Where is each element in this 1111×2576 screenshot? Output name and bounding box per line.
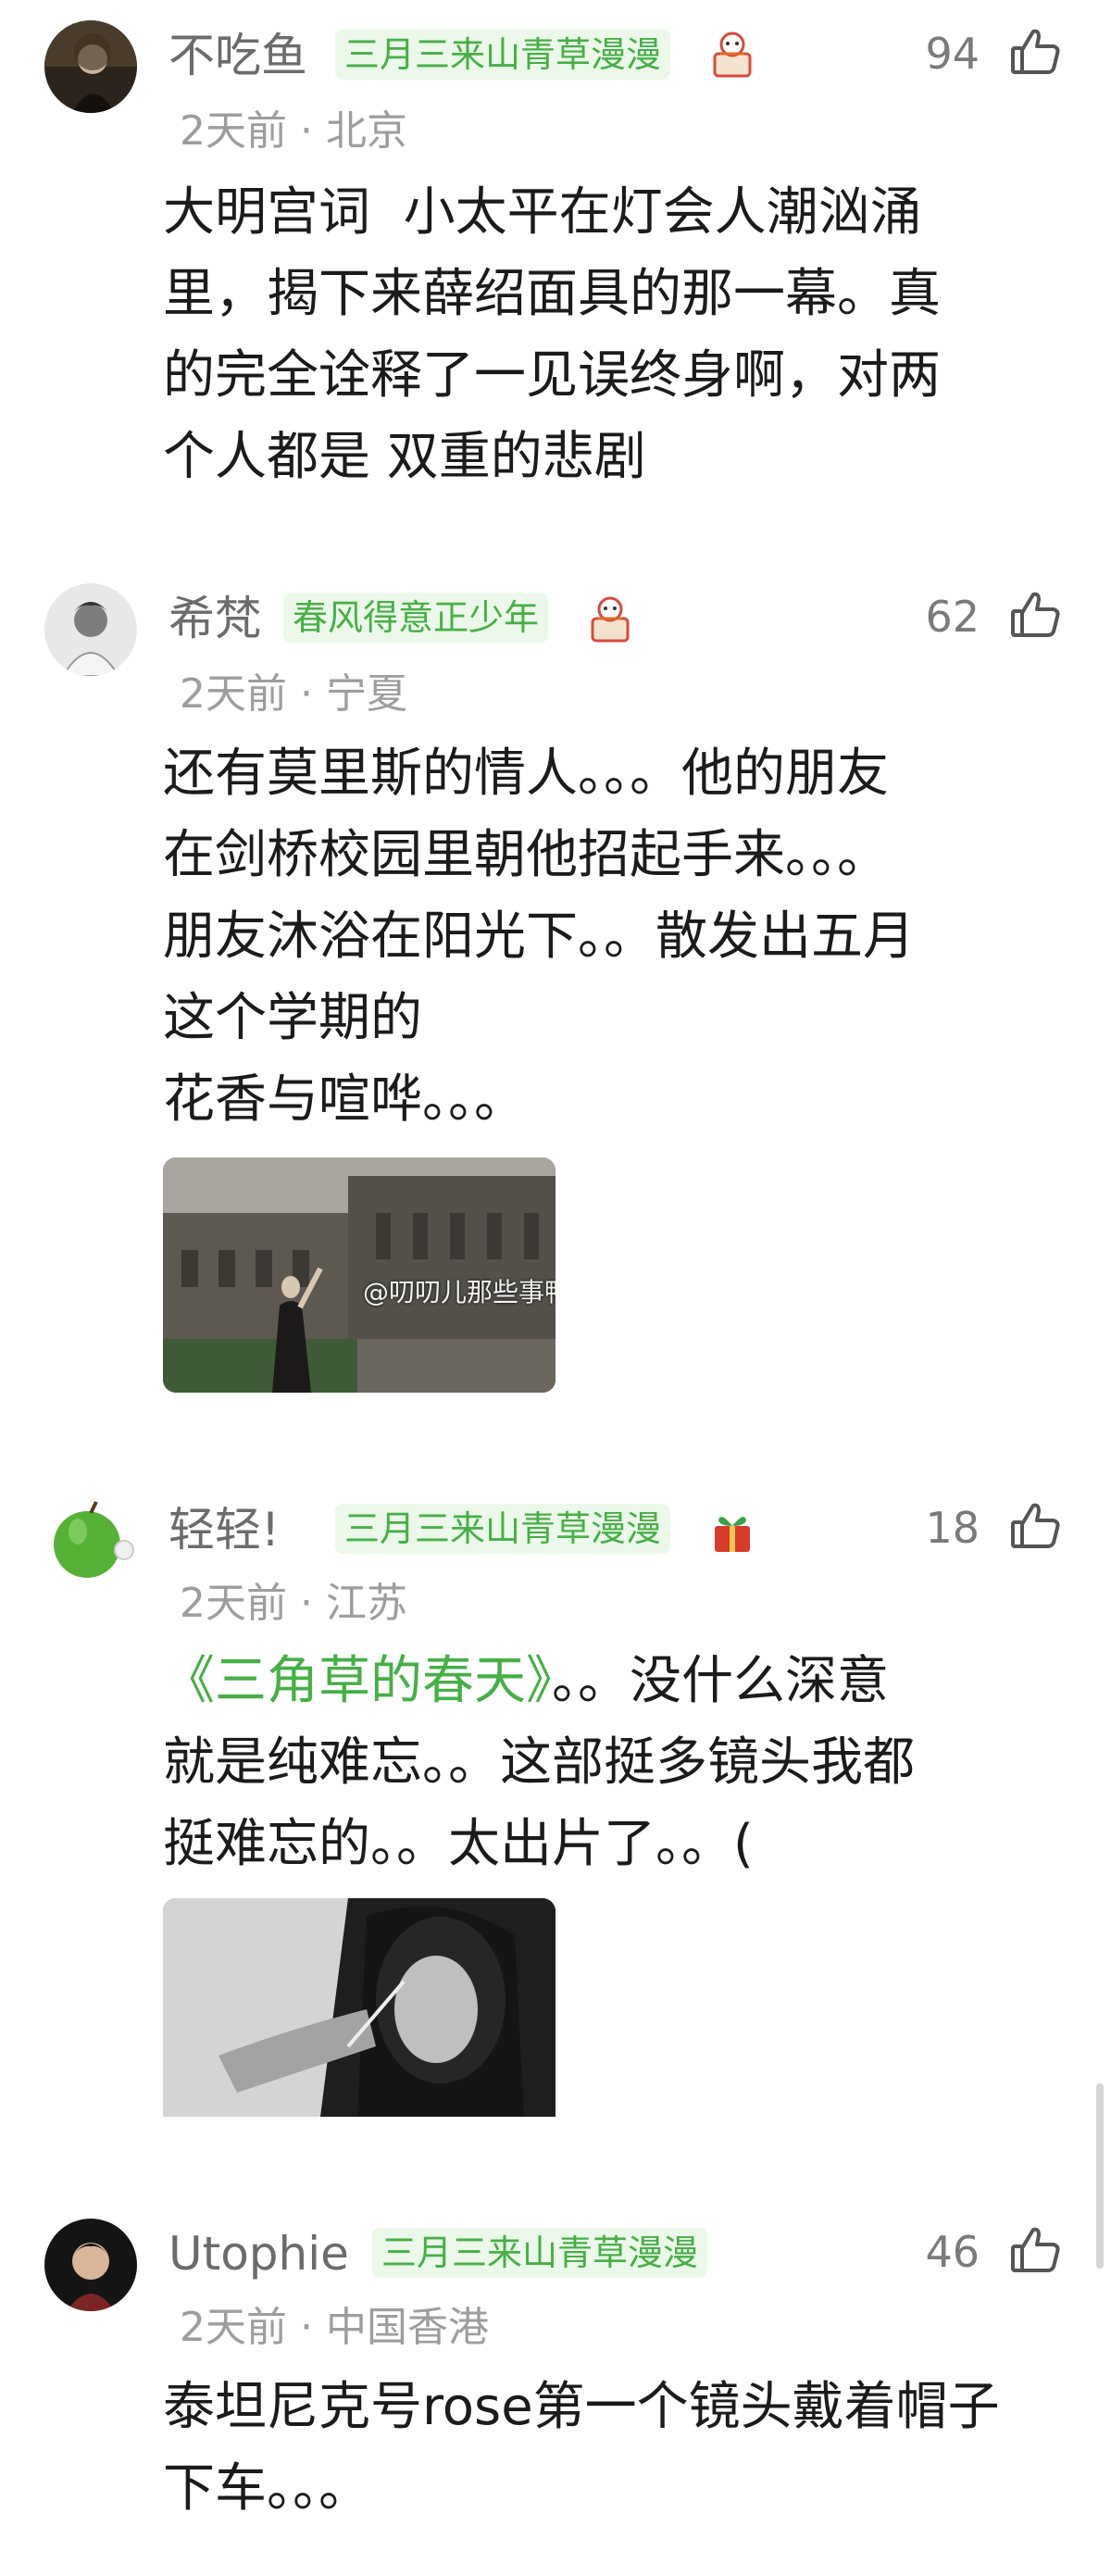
comment-text: 泰坦尼克号rose第一个镜头戴着帽子 下车。。。 <box>163 2377 1000 2519</box>
comment-time: 2天前 <box>180 107 287 155</box>
comment-text: 《三角草的春天》。。没什么深意 就是纯难忘。。这部挺多镜头我都 挺难忘的。。太出… <box>163 1641 1052 1885</box>
fan-badge[interactable]: 春风得意正少年 <box>283 593 549 643</box>
comment-item: 轻轻! 三月三来山青草漫漫 18 2天前 · 江苏 《三角草的春天》。。没什么深… <box>0 1472 1111 2157</box>
comment-meta: 2天前 · 江苏 <box>180 1578 407 1630</box>
scrollbar[interactable] <box>1096 2083 1104 2269</box>
comment-text: 大明宫词 小太平在灯会人潮汹涌 里，揭下来薛绍面具的那一幕。真 的完全诠释了一见… <box>163 182 941 487</box>
meta-separator: · <box>300 2304 326 2351</box>
avatar[interactable] <box>44 583 137 676</box>
comment-time: 2天前 <box>180 1580 287 1627</box>
avatar[interactable] <box>44 20 137 113</box>
avatar[interactable] <box>44 1494 137 1587</box>
comment-time: 2天前 <box>180 2304 287 2351</box>
meta-separator: · <box>300 107 326 155</box>
comment-image[interactable] <box>163 1898 556 2133</box>
gift-medal-icon <box>707 1502 757 1557</box>
topic-link[interactable]: 《三角草的春天》 <box>163 1651 552 1711</box>
like-count: 18 <box>925 1503 980 1553</box>
meta-separator: · <box>300 670 326 718</box>
fan-badge[interactable]: 三月三来山青草漫漫 <box>335 1504 671 1554</box>
username[interactable]: 轻轻! <box>169 1502 280 1557</box>
image-watermark: @叨叨儿那些事鸭 <box>363 1277 556 1307</box>
fan-badge[interactable]: 三月三来山青草漫漫 <box>335 30 671 80</box>
comment-image[interactable]: @叨叨儿那些事鸭 <box>163 1157 556 1393</box>
meta-separator: · <box>300 1580 326 1627</box>
comment-location: 中国香港 <box>325 2304 489 2351</box>
comment-text: 还有莫里斯的情人。。。他的朋友 在剑桥校园里朝他招起手来。。。 朋友沐浴在阳光下… <box>163 744 915 1130</box>
like-count: 62 <box>925 592 980 642</box>
comment-item: 不吃鱼 三月三来山青草漫漫 94 2天前 · 北京 大明宫词 小太平在灯会人潮汹… <box>0 0 1111 519</box>
fan-badge[interactable]: 三月三来山青草漫漫 <box>372 2228 708 2278</box>
cake-medal-icon <box>585 591 635 646</box>
comment-time: 2天前 <box>180 670 287 718</box>
comment-location: 北京 <box>325 107 407 155</box>
cake-medal-icon <box>707 26 757 81</box>
like-count: 94 <box>925 29 980 79</box>
avatar[interactable] <box>44 2219 137 2311</box>
comment-location: 宁夏 <box>325 670 407 718</box>
username[interactable]: 不吃鱼 <box>169 28 307 83</box>
comment-location: 江苏 <box>325 1580 407 1627</box>
thumbs-up-icon[interactable] <box>1007 1498 1063 1554</box>
thumbs-up-icon[interactable] <box>1007 587 1063 643</box>
username[interactable]: Utophie <box>169 2226 349 2282</box>
thumbs-up-icon[interactable] <box>1007 2222 1063 2278</box>
comment-meta: 2天前 · 中国香港 <box>180 2302 489 2354</box>
username[interactable]: 希梵 <box>169 591 261 646</box>
comment-meta: 2天前 · 宁夏 <box>180 669 407 720</box>
comment-item: 希梵 春风得意正少年 62 2天前 · 宁夏 还有莫里斯的情人。。。他的朋友 在… <box>0 567 1111 1456</box>
like-count: 46 <box>925 2227 980 2277</box>
comment-meta: 2天前 · 北京 <box>180 106 407 157</box>
comment-item: Utophie 三月三来山青草漫漫 46 2天前 · 中国香港 泰坦尼克号ros… <box>0 2198 1111 2576</box>
thumbs-up-icon[interactable] <box>1007 24 1063 80</box>
